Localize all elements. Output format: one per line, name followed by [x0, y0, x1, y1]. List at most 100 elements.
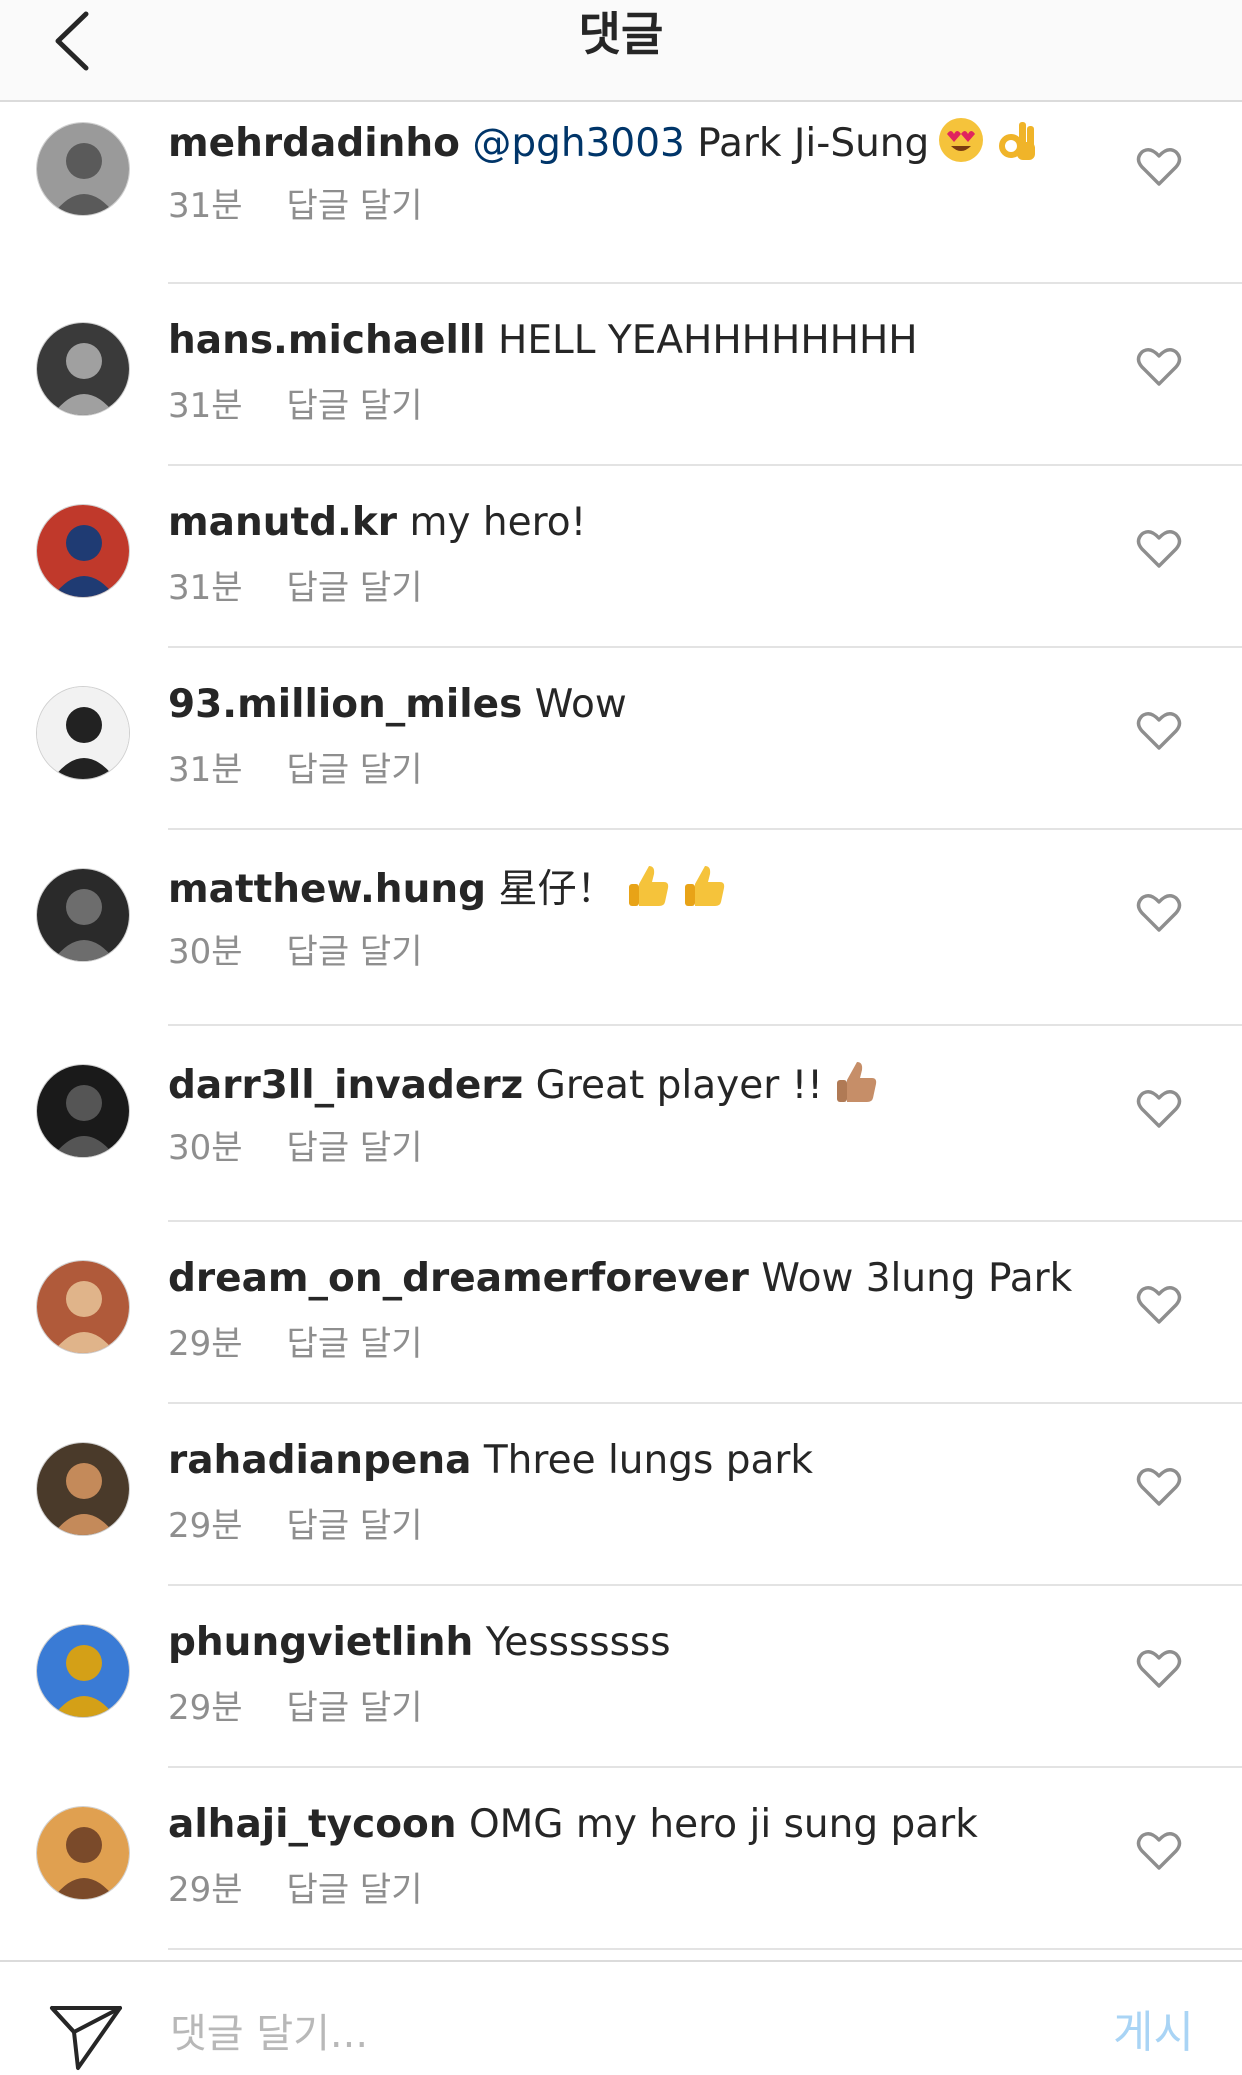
username-link[interactable]: hans.michaelll — [168, 318, 486, 363]
comment-row: manutd.kr my hero! 31분 답글 달기 — [0, 466, 1242, 648]
comment-body: HELL YEAHHHHHHHH — [498, 318, 918, 363]
timestamp: 31분 — [168, 568, 243, 608]
username-link[interactable]: alhaji_tycoon — [168, 1802, 457, 1847]
timestamp: 31분 — [168, 186, 243, 226]
post-button[interactable]: 게시 — [1113, 2002, 1194, 2064]
username-link[interactable]: dream_on_dreamerforever — [168, 1256, 749, 1301]
heart-outline-icon[interactable] — [1136, 346, 1182, 388]
heart-outline-icon[interactable] — [1136, 1648, 1182, 1690]
heart-outline-icon[interactable] — [1136, 710, 1182, 752]
heart-outline-icon[interactable] — [1136, 1466, 1182, 1508]
reply-button[interactable]: 답글 달기 — [287, 930, 423, 974]
thumbs-up-emoji-icon — [623, 862, 671, 923]
reply-button[interactable]: 답글 달기 — [287, 566, 423, 610]
avatar[interactable] — [36, 504, 130, 598]
comment-body: my hero! — [409, 500, 587, 545]
comment-meta: 30분 답글 달기 — [168, 1126, 422, 1170]
comment-body: OMG my hero ji sung park — [468, 1802, 978, 1847]
username-link[interactable]: manutd.kr — [168, 500, 397, 545]
comment-row: alhaji_tycoon OMG my hero ji sung park 29… — [0, 1768, 1242, 1950]
timestamp: 31분 — [168, 750, 243, 790]
avatar[interactable] — [36, 1260, 130, 1354]
reply-button[interactable]: 답글 달기 — [287, 1686, 423, 1730]
comment-text: darr3ll_invaderz Great player !! — [168, 1058, 1122, 1119]
heart-outline-icon[interactable] — [1136, 146, 1182, 188]
comment-meta: 31분 답글 달기 — [168, 184, 422, 228]
username-link[interactable]: rahadianpena — [168, 1438, 471, 1483]
comment-body: Wow 3lung Park — [761, 1256, 1073, 1301]
heart-outline-icon[interactable] — [1136, 528, 1182, 570]
heart-outline-icon[interactable] — [1136, 1284, 1182, 1326]
comment-row: rahadianpena Three lungs park 29분 답글 달기 — [0, 1404, 1242, 1586]
avatar[interactable] — [36, 1064, 130, 1158]
timestamp: 29분 — [168, 1688, 243, 1728]
comment-text: 93.million_miles Wow — [168, 680, 1122, 730]
comment-meta: 29분 답글 달기 — [168, 1504, 422, 1548]
timestamp: 29분 — [168, 1870, 243, 1910]
comment-text: matthew.hung 星仔！ — [168, 862, 1122, 923]
timestamp: 29분 — [168, 1506, 243, 1546]
comment-body: Yesssssss — [485, 1620, 671, 1665]
reply-button[interactable]: 답글 달기 — [287, 1322, 423, 1366]
comment-row: hans.michaelll HELL YEAHHHHHHHH 31분 답글 달기 — [0, 284, 1242, 466]
reply-button[interactable]: 답글 달기 — [287, 748, 423, 792]
comment-row: dream_on_dreamerforever Wow 3lung Park 29… — [0, 1222, 1242, 1404]
comment-meta: 31분 답글 달기 — [168, 748, 422, 792]
reply-button[interactable]: 답글 달기 — [287, 1504, 423, 1548]
thumbs-up-emoji-icon — [679, 862, 727, 923]
page-title: 댓글 — [578, 7, 664, 61]
paper-plane-icon[interactable] — [48, 2002, 124, 2072]
reply-button[interactable]: 답글 달기 — [287, 384, 423, 428]
comment-row: 93.million_miles Wow 31분 답글 달기 — [0, 648, 1242, 830]
comment-text: phungvietlinh Yesssssss — [168, 1618, 1122, 1668]
comment-text: manutd.kr my hero! — [168, 498, 1122, 548]
heart-outline-icon[interactable] — [1136, 1088, 1182, 1130]
comment-text: mehrdadinho @pgh3003 Park Ji-Sung — [168, 116, 1122, 177]
timestamp: 29분 — [168, 1324, 243, 1364]
comment-meta: 29분 답글 달기 — [168, 1686, 422, 1730]
comment-meta: 31분 답글 달기 — [168, 384, 422, 428]
avatar[interactable] — [36, 1442, 130, 1536]
comment-composer: 게시 — [0, 1960, 1242, 2075]
reply-button[interactable]: 답글 달기 — [287, 1868, 423, 1912]
ok-hand-emoji-icon — [993, 116, 1041, 177]
comment-meta: 29분 답글 달기 — [168, 1868, 422, 1912]
comment-row: matthew.hung 星仔！ 30분 답글 달기 — [0, 830, 1242, 1026]
comment-list: mehrdadinho @pgh3003 Park Ji-Sung 31분 답글 달… — [0, 102, 1242, 1950]
username-link[interactable]: mehrdadinho — [168, 121, 460, 166]
timestamp: 31분 — [168, 386, 243, 426]
comment-row: phungvietlinh Yesssssss 29분 답글 달기 — [0, 1586, 1242, 1768]
thumbs-up-medium-emoji-icon — [831, 1058, 879, 1119]
reply-button[interactable]: 답글 달기 — [287, 1126, 423, 1170]
heart-outline-icon[interactable] — [1136, 892, 1182, 934]
avatar[interactable] — [36, 1624, 130, 1718]
avatar[interactable] — [36, 122, 130, 216]
comment-input[interactable] — [168, 2002, 1022, 2066]
heart-eyes-emoji-icon — [937, 116, 985, 177]
comment-row: darr3ll_invaderz Great player !! 30분 답글 달기 — [0, 1026, 1242, 1222]
heart-outline-icon[interactable] — [1136, 1830, 1182, 1872]
comment-body: Park Ji-Sung — [697, 121, 930, 166]
username-link[interactable]: darr3ll_invaderz — [168, 1063, 523, 1108]
comment-body: 星仔！ — [498, 867, 616, 912]
comment-meta: 29분 답글 달기 — [168, 1322, 422, 1366]
comment-text: alhaji_tycoon OMG my hero ji sung park — [168, 1800, 1122, 1850]
comment-text: dream_on_dreamerforever Wow 3lung Park — [168, 1254, 1122, 1304]
avatar[interactable] — [36, 686, 130, 780]
comment-row: mehrdadinho @pgh3003 Park Ji-Sung 31분 답글 달… — [0, 102, 1242, 284]
username-link[interactable]: matthew.hung — [168, 867, 486, 912]
avatar[interactable] — [36, 1806, 130, 1900]
timestamp: 30분 — [168, 932, 243, 972]
avatar[interactable] — [36, 322, 130, 416]
username-link[interactable]: phungvietlinh — [168, 1620, 473, 1665]
divider — [168, 1948, 1242, 1950]
comment-body: Three lungs park — [483, 1438, 813, 1483]
timestamp: 30분 — [168, 1128, 243, 1168]
username-link[interactable]: 93.million_miles — [168, 682, 522, 727]
mention-link[interactable]: @pgh3003 — [472, 121, 684, 166]
top-nav-bar: 댓글 — [0, 0, 1242, 102]
reply-button[interactable]: 답글 달기 — [287, 184, 423, 228]
comment-meta: 30분 답글 달기 — [168, 930, 422, 974]
avatar[interactable] — [36, 868, 130, 962]
comment-body: Wow — [534, 682, 627, 727]
